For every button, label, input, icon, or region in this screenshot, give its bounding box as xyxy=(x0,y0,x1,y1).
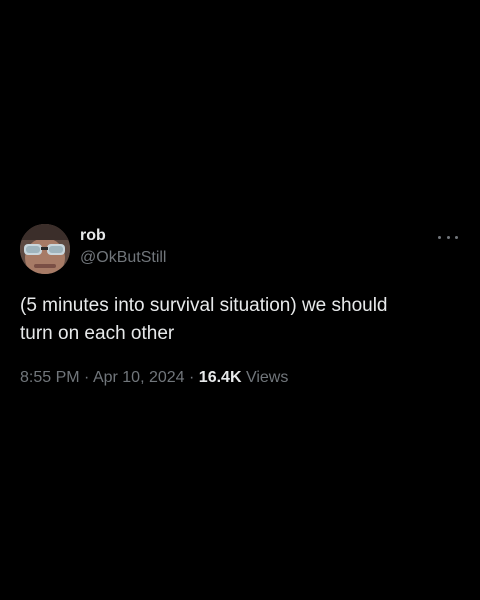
more-dot xyxy=(446,235,450,239)
meta-separator: · xyxy=(84,369,90,386)
tweet-time[interactable]: 8:55 PM xyxy=(20,369,80,386)
tweet-header: rob @OkButStill xyxy=(20,222,460,276)
meta-separator: · xyxy=(189,369,195,386)
views-label: Views xyxy=(245,369,289,386)
avatar-image xyxy=(20,224,70,274)
author-info: rob @OkButStill xyxy=(80,226,166,268)
author-display-name[interactable]: rob xyxy=(80,226,166,246)
more-dot xyxy=(438,235,441,239)
tweet-meta: 8:55 PM · Apr 10, 2024 · 16.4K Views xyxy=(20,368,460,388)
avatar[interactable] xyxy=(20,224,70,274)
more-dot xyxy=(455,235,458,239)
author-handle[interactable]: @OkButStill xyxy=(80,248,166,268)
tweet-card: rob @OkButStill (5 minutes into survival… xyxy=(20,222,460,388)
views-count: 16.4K xyxy=(198,369,242,386)
more-horizontal-icon[interactable] xyxy=(438,230,458,244)
tweet-date[interactable]: Apr 10, 2024 xyxy=(93,369,185,386)
tweet-text: (5 minutes into survival situation) we s… xyxy=(20,295,388,344)
